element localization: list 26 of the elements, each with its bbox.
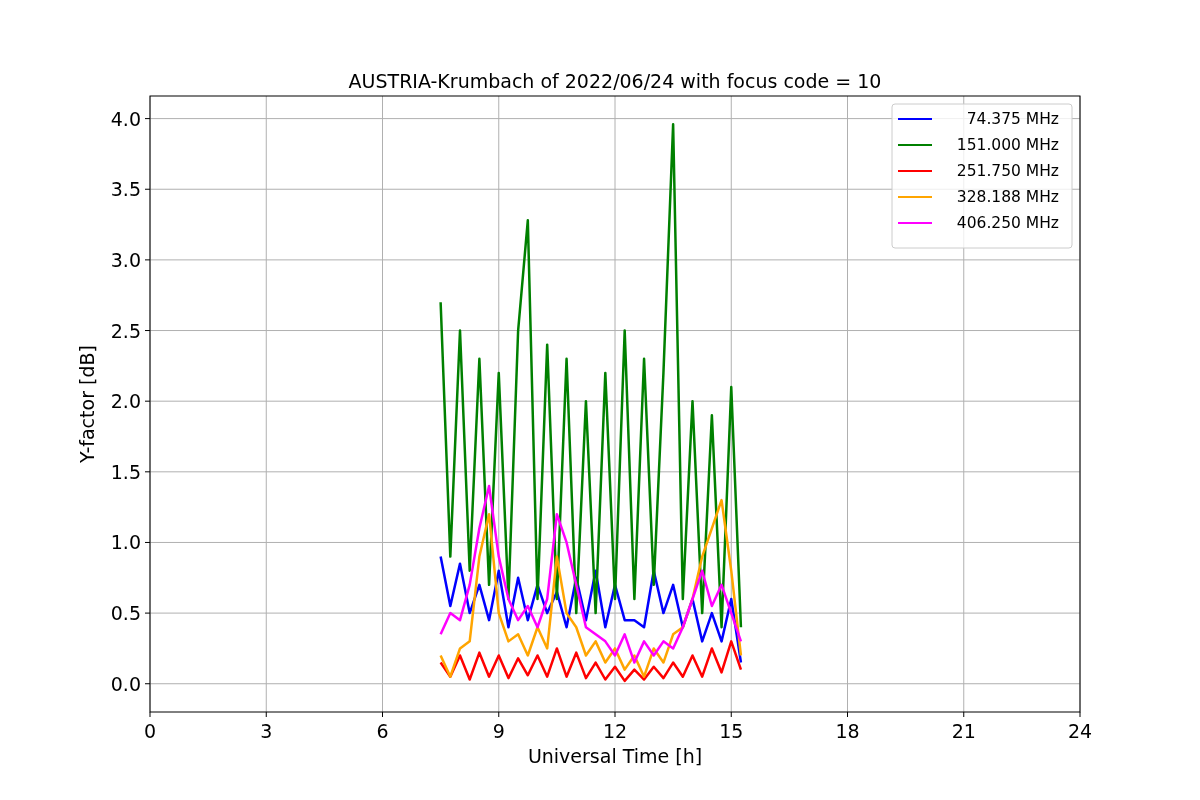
tick-label: 0.0: [110, 672, 141, 695]
tick-label: 0: [143, 720, 157, 742]
tick-label: 3: [260, 720, 273, 742]
tick-label: 2.0: [110, 390, 141, 413]
axis-label: Universal Time [h]: [527, 745, 703, 767]
tick-label: 3.0: [110, 248, 141, 271]
tick-label: 0.5: [110, 602, 141, 625]
tick-label: 18: [835, 720, 860, 742]
tick-label: 2.5: [110, 319, 141, 342]
tick-label: 15: [719, 720, 744, 742]
tick-label: 1.0: [110, 531, 141, 554]
legend-label: 406.250 MHz: [956, 214, 1059, 232]
axis-label: Y-factor [dB]: [76, 345, 98, 463]
tick-label: 1.5: [110, 460, 141, 483]
tick-label: 9: [492, 720, 505, 742]
tick-label: 21: [951, 720, 976, 742]
tick-label: 4.0: [110, 107, 141, 130]
legend-label: 328.188 MHz: [956, 188, 1059, 206]
legend-label: 74.375 MHz: [966, 110, 1059, 128]
legend-label: 151.000 MHz: [956, 136, 1059, 154]
tick-label: 6: [376, 720, 389, 742]
tick-label: 3.5: [110, 178, 141, 201]
chart-title: AUSTRIA-Krumbach of 2022/06/24 with focus code = 10: [348, 70, 882, 92]
tick-label: 24: [1067, 720, 1093, 742]
legend-label: 251.750 MHz: [956, 162, 1059, 180]
tick-label: 12: [602, 720, 628, 742]
